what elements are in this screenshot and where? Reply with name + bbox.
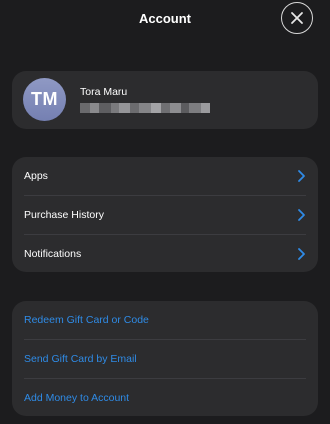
menu-item-label: Purchase History — [24, 209, 104, 221]
wallet-menu: Redeem Gift Card or Code Send Gift Card … — [12, 301, 318, 416]
profile-card[interactable]: TM Tora Maru — [12, 71, 318, 129]
menu-item-label: Send Gift Card by Email — [24, 353, 137, 365]
menu-item-label: Redeem Gift Card or Code — [24, 314, 149, 326]
chevron-right-icon — [298, 209, 305, 221]
chevron-right-icon — [298, 170, 305, 182]
user-email-redacted — [80, 103, 210, 113]
user-name: Tora Maru — [80, 86, 128, 98]
add-money-link[interactable]: Add Money to Account — [12, 379, 318, 417]
close-button[interactable] — [281, 2, 313, 34]
menu-item-apps[interactable]: Apps — [12, 157, 318, 195]
avatar-initials: TM — [31, 89, 58, 109]
close-icon — [291, 12, 303, 24]
send-gift-card-link[interactable]: Send Gift Card by Email — [12, 340, 318, 378]
avatar: TM — [23, 78, 66, 121]
menu-item-label: Apps — [24, 170, 48, 182]
menu-item-label: Add Money to Account — [24, 392, 130, 404]
account-menu: Apps Purchase History Notifications — [12, 157, 318, 272]
header: Account — [0, 0, 330, 40]
menu-item-purchase-history[interactable]: Purchase History — [12, 196, 318, 234]
menu-item-notifications[interactable]: Notifications — [12, 235, 318, 273]
redeem-gift-card-link[interactable]: Redeem Gift Card or Code — [12, 301, 318, 339]
menu-item-label: Notifications — [24, 248, 82, 260]
chevron-right-icon — [298, 248, 305, 260]
